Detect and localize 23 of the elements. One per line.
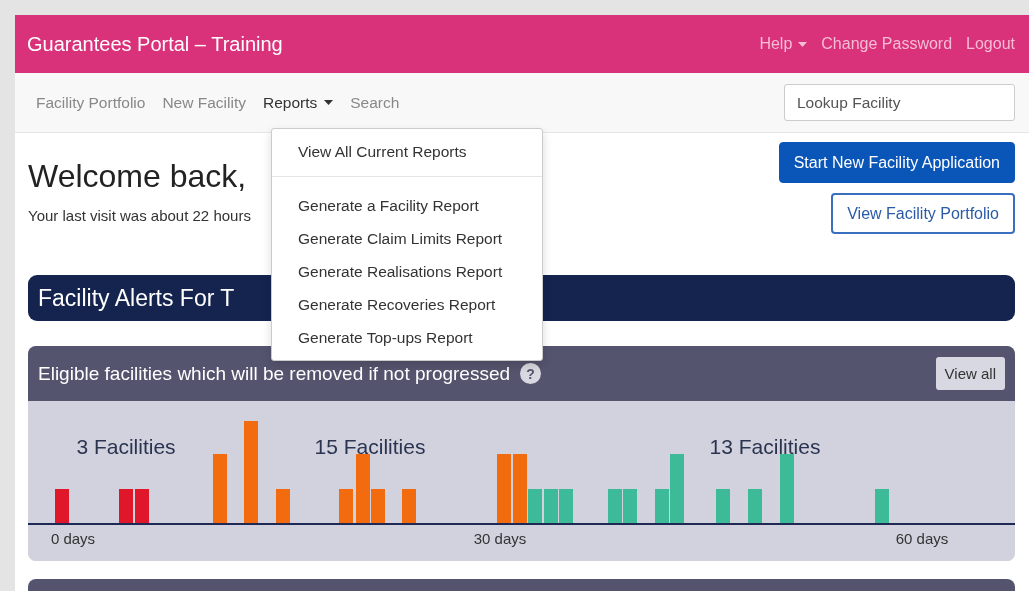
axis-label: 0 days — [50, 530, 96, 547]
group-label: 13 Facilities — [709, 435, 821, 458]
nav-link[interactable]: Reports — [262, 93, 334, 112]
view-all-button[interactable]: View all — [935, 357, 1005, 390]
axis-label: 60 days — [895, 530, 949, 547]
menu-item[interactable]: View All Current Reports — [272, 135, 542, 168]
group-label: 3 Facilities — [76, 435, 176, 458]
menu-item[interactable]: Generate Top-ups Report — [272, 321, 542, 354]
group-label: 15 Facilities — [314, 435, 426, 458]
portal-title: Guarantees Portal – Training — [27, 32, 283, 56]
menu-item[interactable]: Generate a Facility Report — [272, 189, 542, 222]
help-icon[interactable]: ? — [520, 363, 542, 384]
last-visit-text: Your last visit was about 22 hours — [28, 207, 251, 224]
menu-item[interactable]: Generate Recoveries Report — [272, 288, 542, 321]
welcome-heading: Welcome back, — [28, 158, 248, 195]
caret-icon — [324, 100, 334, 105]
panel-title: Eligible facilities which will be removed if not progressed — [38, 362, 511, 385]
view-portfolio-button[interactable]: View Facility Portfolio — [831, 193, 1015, 234]
axis-label: 30 days — [473, 530, 527, 547]
menu-item[interactable]: Generate Claim Limits Report — [272, 222, 542, 255]
lookup-field[interactable]: Lookup Facility — [784, 84, 1015, 121]
start-application-button[interactable]: Start New Facility Application — [778, 142, 1015, 183]
caret-icon — [798, 41, 808, 47]
